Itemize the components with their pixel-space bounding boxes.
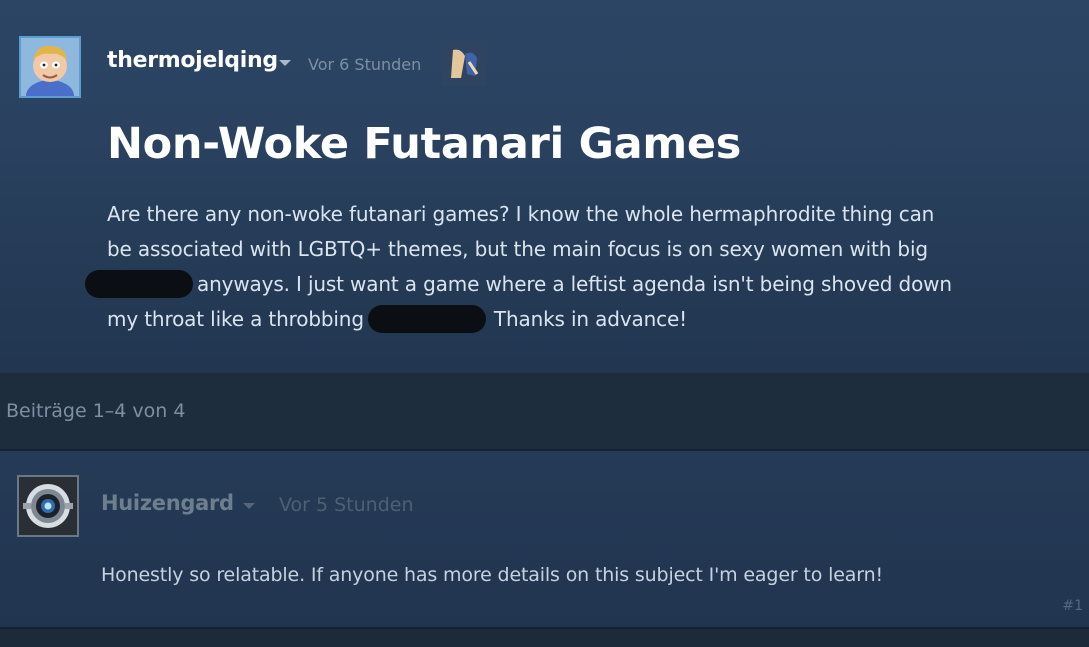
redaction-mark — [85, 269, 193, 298]
forum-thread: thermojelqing Vor 6 Stunden Non-Woke Fut… — [0, 0, 1089, 647]
original-post: thermojelqing Vor 6 Stunden Non-Woke Fut… — [0, 0, 1089, 373]
op-body-line-3-text: anyways. I just want a game where a left… — [197, 272, 952, 296]
redaction-mark — [367, 304, 486, 333]
op-body: Are there any non-woke futanari games? I… — [85, 197, 1077, 337]
award-badge-icon[interactable] — [441, 40, 487, 86]
op-body-line-1: Are there any non-woke futanari games? I… — [107, 202, 935, 226]
thread-title: Non-Woke Futanari Games — [107, 119, 742, 169]
reply-body: Honestly so relatable. If anyone has mor… — [101, 564, 883, 586]
reply-count-bar: Beiträge 1–4 von 4 — [0, 373, 1089, 449]
chevron-down-icon[interactable] — [279, 60, 291, 66]
op-body-line-4-end: Thanks in advance! — [493, 307, 688, 331]
op-body-line-3: anyways. I just want a game where a left… — [85, 267, 1077, 302]
reply-author-name[interactable]: Huizengard — [101, 491, 234, 515]
next-post-edge — [0, 627, 1089, 647]
op-author-name[interactable]: thermojelqing — [107, 48, 278, 73]
reply-timestamp: Vor 5 Stunden — [279, 494, 414, 516]
op-timestamp: Vor 6 Stunden — [308, 55, 422, 74]
reply-number[interactable]: #1 — [1062, 598, 1083, 614]
op-body-line-2: be associated with LGBTQ+ themes, but th… — [107, 237, 928, 261]
op-body-line-4-text: my throat like a throbbing — [107, 307, 364, 331]
chevron-down-icon[interactable] — [243, 503, 255, 509]
reply-avatar[interactable] — [17, 475, 79, 537]
op-body-line-4: my throat like a throbbing Thanks in adva… — [107, 302, 1077, 337]
op-avatar[interactable] — [19, 36, 81, 98]
reply-post: Huizengard Vor 5 Stunden Honestly so rel… — [0, 449, 1089, 629]
reply-count-text: Beiträge 1–4 von 4 — [6, 400, 186, 422]
